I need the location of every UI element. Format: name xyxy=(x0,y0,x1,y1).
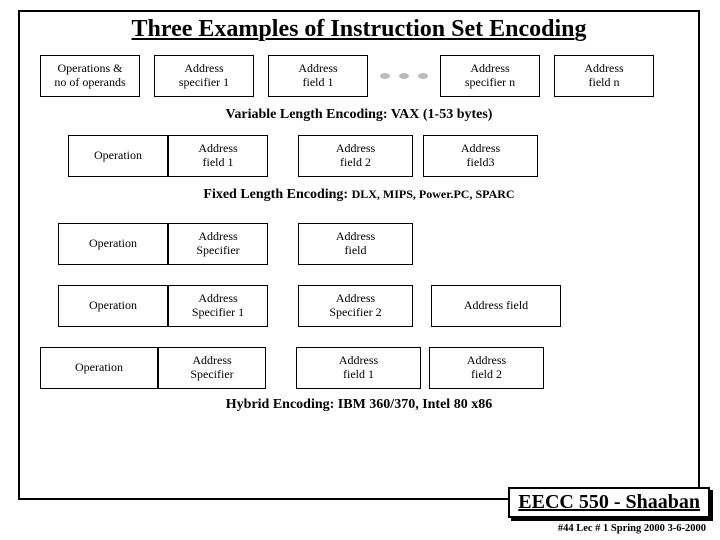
txt: field 2 xyxy=(301,156,410,170)
txt: Fixed Length Encoding: xyxy=(203,187,348,202)
txt: Address xyxy=(171,230,265,244)
txt: Address xyxy=(271,62,365,76)
box-addr-field-1: Address field 1 xyxy=(168,135,268,177)
txt: Specifier 1 xyxy=(171,306,265,320)
title-part-a: Three Exam xyxy=(132,16,259,42)
txt: Address xyxy=(157,62,251,76)
txt: Address xyxy=(171,292,265,306)
subtitle-fixed: Fixed Length Encoding: DLX, MIPS, Power.… xyxy=(20,187,698,203)
row-fixed: Operation Address field 1 Address field … xyxy=(68,135,698,177)
txt: no of operands xyxy=(43,76,137,90)
txt: Address xyxy=(301,142,410,156)
row-hybrid-b: Operation Address Specifier 1 Address Sp… xyxy=(58,285,698,327)
txt: DLX, MIPS, Power.PC, SPARC xyxy=(352,187,515,201)
ellipsis-icon xyxy=(368,55,440,97)
box-addr-field-1: Address field 1 xyxy=(296,347,421,389)
main-frame: Three Examples of Instruction Set Encodi… xyxy=(18,10,700,500)
txt: Operation xyxy=(71,149,165,163)
txt: field 1 xyxy=(299,368,418,382)
txt: field 1 xyxy=(171,156,265,170)
row-hybrid-c: Operation Address Specifier Address fiel… xyxy=(40,347,698,389)
txt: Address xyxy=(171,142,265,156)
slide-title: Three Examples of Instruction Set Encodi… xyxy=(20,16,698,43)
txt: Operations & xyxy=(43,62,137,76)
txt: Address xyxy=(432,354,541,368)
title-part-b: ples of Instruction Set Encodin xyxy=(258,16,574,42)
box-addr-field-3: Address field3 xyxy=(423,135,538,177)
txt: field3 xyxy=(426,156,535,170)
txt: Operation xyxy=(61,299,165,313)
box-addr-spec-n: Address specifier n xyxy=(440,55,540,97)
box-addr-spec-1: Address specifier 1 xyxy=(154,55,254,97)
box-operation: Operation xyxy=(58,285,168,327)
box-addr-specifier: Address Specifier xyxy=(168,223,268,265)
box-addr-field-1: Address field 1 xyxy=(268,55,368,97)
box-operation: Operation xyxy=(68,135,168,177)
footer-meta: #44 Lec # 1 Spring 2000 3-6-2000 xyxy=(558,523,706,534)
box-addr-field: Address field xyxy=(298,223,413,265)
box-addr-field-n: Address field n xyxy=(554,55,654,97)
txt: Address xyxy=(557,62,651,76)
txt: Address xyxy=(299,354,418,368)
txt: Specifier xyxy=(171,244,265,258)
txt: specifier 1 xyxy=(157,76,251,90)
txt: Operation xyxy=(43,361,155,375)
txt: Operation xyxy=(61,237,165,251)
txt: Address xyxy=(301,292,410,306)
txt: Address xyxy=(301,230,410,244)
subtitle-variable: Variable Length Encoding: VAX (1-53 byte… xyxy=(20,107,698,123)
txt: Specifier xyxy=(161,368,263,382)
txt: Address xyxy=(443,62,537,76)
box-addr-field-2: Address field 2 xyxy=(429,347,544,389)
box-addr-field: Address field xyxy=(431,285,561,327)
txt: Address xyxy=(426,142,535,156)
txt: Address field xyxy=(434,299,558,313)
txt: specifier n xyxy=(443,76,537,90)
row-variable: Operations & no of operands Address spec… xyxy=(40,55,698,97)
box-addr-specifier-1: Address Specifier 1 xyxy=(168,285,268,327)
txt: field 1 xyxy=(271,76,365,90)
box-ops-operands: Operations & no of operands xyxy=(40,55,140,97)
footer-course-box: EECC 550 - Shaaban xyxy=(508,487,710,518)
box-operation: Operation xyxy=(58,223,168,265)
txt: field n xyxy=(557,76,651,90)
txt: field 2 xyxy=(432,368,541,382)
row-hybrid-a: Operation Address Specifier Address fiel… xyxy=(58,223,698,265)
box-addr-specifier: Address Specifier xyxy=(158,347,266,389)
box-addr-specifier-2: Address Specifier 2 xyxy=(298,285,413,327)
txt: Specifier 2 xyxy=(301,306,410,320)
txt: field xyxy=(301,244,410,258)
subtitle-hybrid: Hybrid Encoding: IBM 360/370, Intel 80 x… xyxy=(20,397,698,413)
box-addr-field-2: Address field 2 xyxy=(298,135,413,177)
footer-course-text: EECC 550 - Shaaban xyxy=(518,491,700,513)
txt: Address xyxy=(161,354,263,368)
box-operation: Operation xyxy=(40,347,158,389)
title-part-c: g xyxy=(574,16,586,42)
